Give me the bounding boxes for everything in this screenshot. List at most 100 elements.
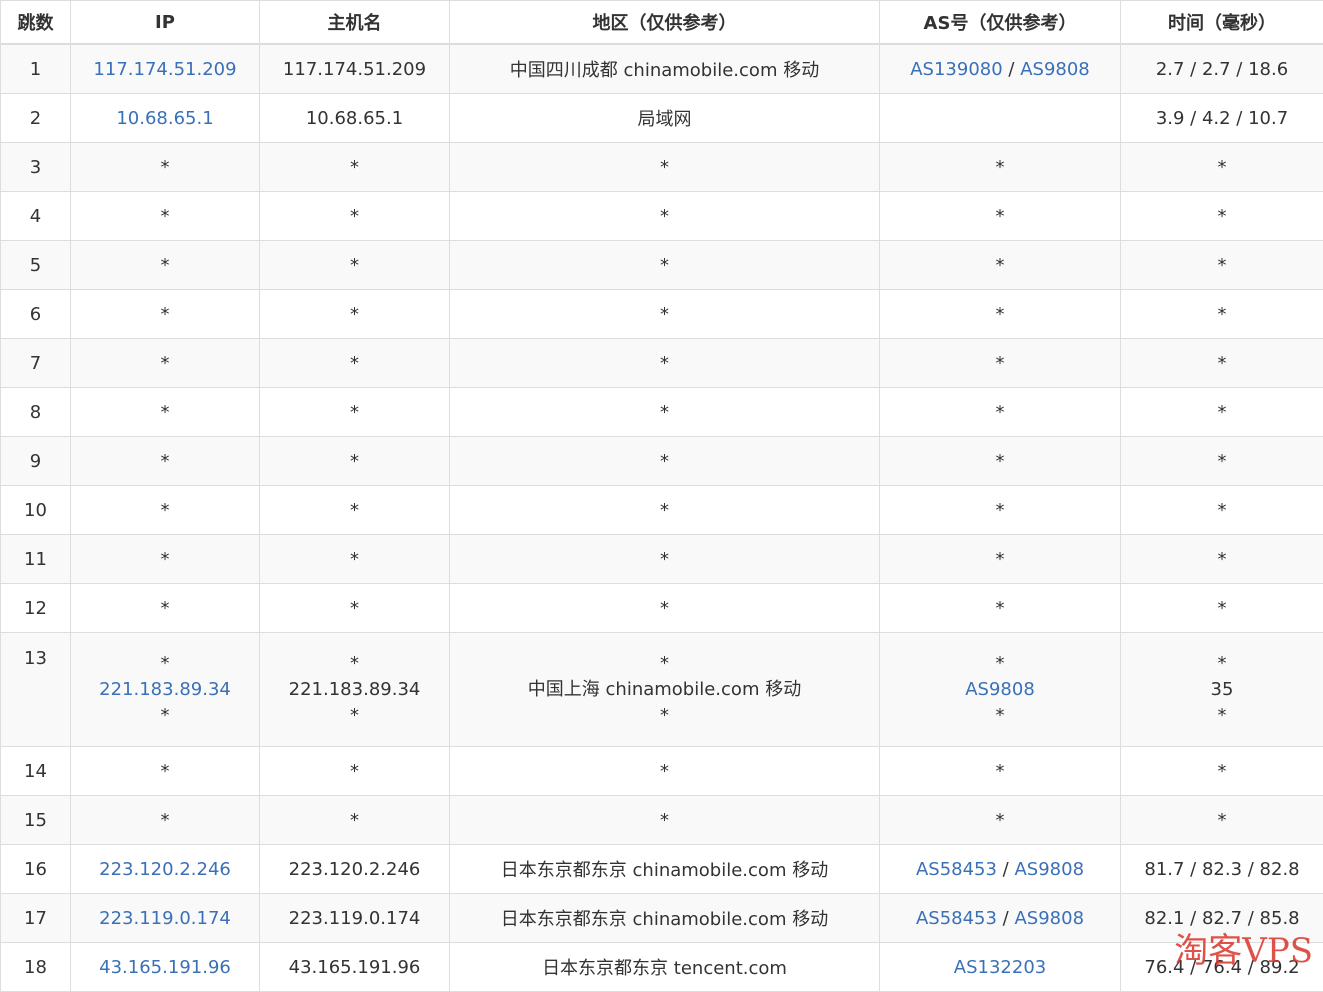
hop-cell: 16 (1, 845, 71, 894)
table-row: 8***** (1, 388, 1323, 437)
no-response-marker: * (264, 549, 445, 570)
table-row: 11***** (1, 535, 1323, 584)
hop-number: 16 (24, 859, 47, 880)
hostname-text: 223.120.2.246 (264, 859, 445, 880)
no-response-marker: * (1125, 703, 1319, 729)
no-response-marker: * (264, 206, 445, 227)
ip-link[interactable]: 10.68.65.1 (75, 108, 255, 129)
region-cell: * (450, 486, 880, 535)
no-response-marker: * (264, 598, 445, 619)
ip-link[interactable]: 43.165.191.96 (75, 957, 255, 978)
ip-cell: * (71, 192, 260, 241)
hostname-cell: * (260, 535, 450, 584)
as-link[interactable]: AS139080 (910, 59, 1002, 80)
no-response-marker: * (1125, 500, 1319, 521)
hostname-cell: 117.174.51.209 (260, 44, 450, 94)
as-separator: / (1003, 59, 1021, 80)
ip-cell: * (71, 796, 260, 845)
no-response-marker: * (264, 651, 445, 677)
as-cell: * (880, 535, 1121, 584)
no-response-marker: * (996, 206, 1005, 227)
latency-text: 2.7 / 2.7 / 18.6 (1125, 59, 1319, 80)
region-cell: * (450, 241, 880, 290)
no-response-marker: * (1125, 304, 1319, 325)
ip-link[interactable]: 117.174.51.209 (75, 59, 255, 80)
latency-text: 82.1 / 82.7 / 85.8 (1125, 908, 1319, 929)
time-cell: * (1121, 486, 1323, 535)
as-cell: AS139080 / AS9808 (880, 44, 1121, 94)
region-cell: *中国上海 chinamobile.com 移动* (450, 633, 880, 747)
no-response-marker: * (264, 703, 445, 729)
as-line: AS9808 (884, 677, 1116, 703)
as-link[interactable]: AS9808 (1014, 908, 1084, 929)
region-text: 局域网 (454, 105, 875, 131)
hop-cell: 10 (1, 486, 71, 535)
as-line: * (884, 157, 1116, 178)
hostname-cell: * (260, 747, 450, 796)
no-response-marker: * (264, 451, 445, 472)
ip-cell: * (71, 747, 260, 796)
as-line: * (884, 451, 1116, 472)
hop-number: 1 (30, 59, 41, 80)
table-row: 7***** (1, 339, 1323, 388)
no-response-marker: * (996, 653, 1005, 674)
hostname-cell: * (260, 486, 450, 535)
as-cell: * (880, 143, 1121, 192)
as-link[interactable]: AS58453 (916, 908, 997, 929)
as-cell: AS132203 (880, 943, 1121, 992)
hop-cell: 3 (1, 143, 71, 192)
hop-cell: 14 (1, 747, 71, 796)
no-response-marker: * (996, 705, 1005, 726)
header-hostname: 主机名 (260, 1, 450, 45)
no-response-marker: * (454, 761, 875, 782)
ip-cell: 10.68.65.1 (71, 94, 260, 143)
no-response-marker: * (75, 402, 255, 423)
table-header-row: 跳数 IP 主机名 地区（仅供参考） AS号（仅供参考） 时间（毫秒） (1, 1, 1323, 45)
as-line: * (884, 353, 1116, 374)
region-cell: * (450, 535, 880, 584)
no-response-marker: * (75, 761, 255, 782)
hop-number: 14 (24, 761, 47, 782)
ip-cell: * (71, 241, 260, 290)
as-cell: * (880, 796, 1121, 845)
ip-link[interactable]: 223.120.2.246 (75, 859, 255, 880)
no-response-marker: * (75, 651, 255, 677)
no-response-marker: * (454, 157, 875, 178)
time-cell: * (1121, 192, 1323, 241)
ip-link[interactable]: 221.183.89.34 (75, 677, 255, 703)
hop-number: 12 (24, 598, 47, 619)
hostname-cell: 43.165.191.96 (260, 943, 450, 992)
as-line: * (884, 206, 1116, 227)
as-link[interactable]: AS9808 (1014, 859, 1084, 880)
no-response-marker: * (75, 304, 255, 325)
table-row: 10***** (1, 486, 1323, 535)
no-response-marker: * (1125, 761, 1319, 782)
ip-link[interactable]: 223.119.0.174 (75, 908, 255, 929)
hop-number: 18 (24, 957, 47, 978)
no-response-marker: * (75, 157, 255, 178)
time-cell: * (1121, 290, 1323, 339)
ip-cell: 43.165.191.96 (71, 943, 260, 992)
region-cell: * (450, 192, 880, 241)
no-response-marker: * (454, 304, 875, 325)
hostname-text: 43.165.191.96 (264, 957, 445, 978)
ip-cell: * (71, 388, 260, 437)
time-cell: * (1121, 241, 1323, 290)
hostname-cell: 223.119.0.174 (260, 894, 450, 943)
as-cell: * (880, 290, 1121, 339)
as-link[interactable]: AS9808 (965, 679, 1035, 700)
no-response-marker: * (75, 703, 255, 729)
as-cell (880, 94, 1121, 143)
hostname-cell: * (260, 388, 450, 437)
as-link[interactable]: AS132203 (954, 957, 1046, 978)
as-link[interactable]: AS9808 (1020, 59, 1090, 80)
as-line: AS139080 / AS9808 (884, 59, 1116, 80)
region-cell: 日本东京都东京 chinamobile.com 移动 (450, 894, 880, 943)
as-link[interactable]: AS58453 (916, 859, 997, 880)
table-row: 4***** (1, 192, 1323, 241)
region-text: 中国四川成都 chinamobile.com 移动 (454, 56, 875, 82)
no-response-marker: * (75, 500, 255, 521)
ip-cell: * (71, 486, 260, 535)
as-separator: / (997, 859, 1015, 880)
hostname-cell: * (260, 584, 450, 633)
